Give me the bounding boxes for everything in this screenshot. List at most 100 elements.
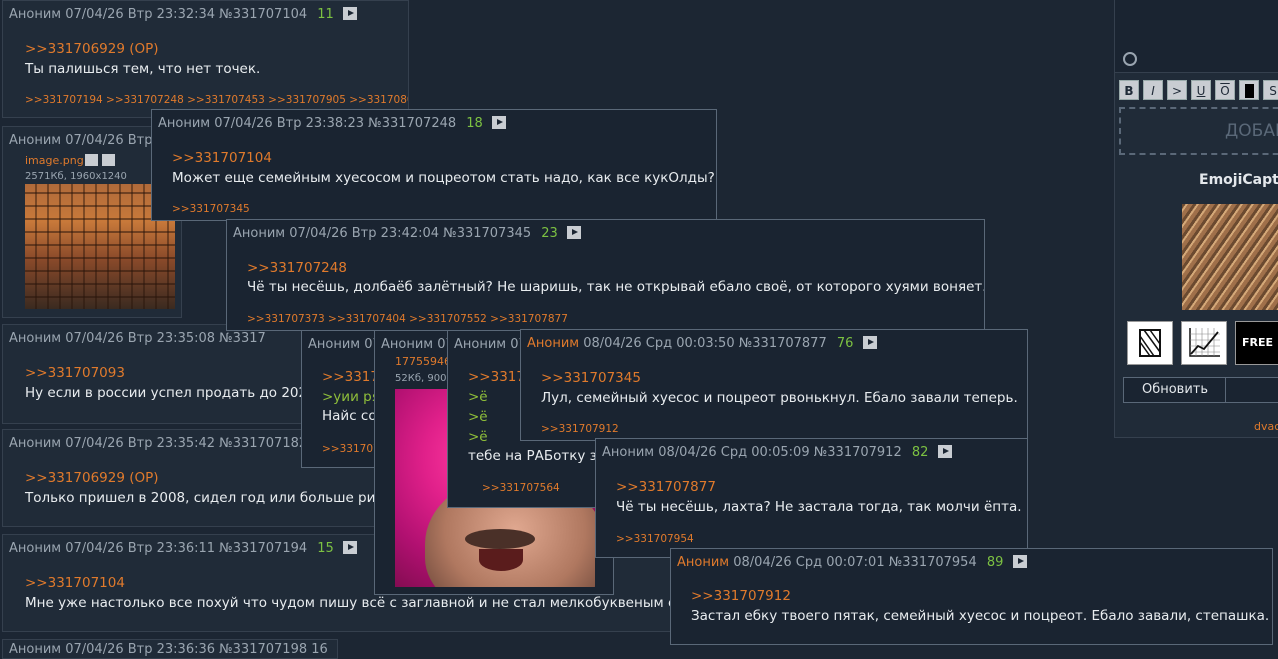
post-text: Только пришел в 2008, сидел год или боль… — [25, 490, 376, 506]
post-counter: 18 — [466, 116, 483, 131]
post-header: Аноним 08/04/26 Срд 00:03:50 №331707877 … — [527, 336, 877, 351]
captcha-option-chart-icon[interactable] — [1181, 321, 1227, 365]
post-header: Аноним 07/04/26 Втр 23:36:11 №331707194 … — [9, 541, 357, 556]
post-number[interactable]: №331707345 — [443, 226, 531, 241]
captcha-option-striped-icon[interactable] — [1127, 321, 1173, 365]
poster-name: Аноним — [527, 336, 580, 351]
post-header: Аноним 07/04/26 Втр 23:35:08 №3317 — [9, 331, 266, 346]
overline-button[interactable]: O — [1215, 80, 1235, 100]
post-replies[interactable]: >>331707912 — [541, 423, 619, 435]
post-text: Ну если в россии успел продать до 2021 — [25, 385, 302, 401]
reply-link[interactable]: >>331707093 — [25, 365, 125, 381]
post-number[interactable]: №331707248 — [368, 116, 456, 131]
reply-link[interactable]: >>331707877 — [616, 479, 716, 495]
post-number[interactable]: №331707877 — [739, 336, 827, 351]
reply-link[interactable]: >>331707912 — [691, 588, 791, 604]
submit-button[interactable] — [1225, 377, 1278, 403]
poster-name: Аноним — [381, 337, 434, 352]
expand-icon[interactable] — [491, 116, 506, 129]
post-text: Найс со — [322, 408, 377, 424]
post-date: 07/04/26 Втр 23:35:42 — [65, 436, 216, 451]
post-text: тебе на РАБотку за — [468, 448, 606, 464]
post-text: Ты палишься тем, что нет точек. — [25, 61, 261, 77]
post: Аноним 07/04/26 Втр 23:35:08 №3317 >>331… — [2, 324, 302, 424]
post-header: Аноним 07/04/26 Втр 23:42:04 №331707345 … — [233, 226, 581, 241]
mustache-shape — [465, 529, 535, 549]
spoiler-button[interactable] — [1239, 80, 1259, 100]
reply-link[interactable]: >>331706929 (OP) — [25, 41, 159, 57]
post-replies[interactable]: >>331707564 — [482, 482, 560, 494]
expand-icon[interactable] — [937, 445, 952, 458]
file-dropzone[interactable]: ДОБАВ — [1119, 107, 1278, 155]
post-date: 08/04/26 Срд 00:07:01 — [733, 555, 885, 570]
poster-name: Аноним — [602, 445, 655, 460]
bold-button[interactable]: B — [1119, 80, 1139, 100]
refresh-captcha-button[interactable]: Обновить — [1123, 377, 1227, 403]
strike-button[interactable]: S — [1263, 80, 1278, 100]
expand-icon[interactable] — [862, 336, 877, 349]
reply-link[interactable]: >>331707104 — [172, 150, 272, 166]
post-text: Чё ты несёшь, лахта? Не застала тогда, т… — [616, 499, 1022, 515]
expand-icon[interactable] — [342, 7, 357, 20]
file-name[interactable]: image.png — [25, 154, 84, 167]
reply-form-sidebar: B I > U O S ДОБАВ EmojiCapt FREE Обновит… — [1114, 0, 1278, 438]
reply-link[interactable]: >>331706929 (OP) — [25, 470, 159, 486]
poster-name: Аноним — [308, 337, 361, 352]
expand-icon[interactable] — [342, 541, 357, 554]
post-replies[interactable]: >>331707373 >>331707404 >>331707552 >>33… — [247, 313, 568, 325]
post-date: 07/04/26 Втр 23:42:04 — [289, 226, 440, 241]
file-name[interactable]: 17755946 — [395, 355, 451, 368]
post-header: Аноним 07 — [381, 337, 454, 352]
post-header: Аноним 07/04/26 Втр 23:36:36 №331707198 … — [9, 642, 328, 657]
reply-link[interactable]: >>331707104 — [25, 575, 125, 591]
post: Аноним 07/04/26 Втр 23:36:36 №331707198 … — [2, 639, 338, 659]
post-date: 08/04/26 Срд 00:03:50 — [583, 336, 735, 351]
post-number[interactable]: №331707182 — [219, 436, 307, 451]
reply-link[interactable]: >>331707345 — [541, 370, 641, 386]
post-text: Застал ебку твоего пятак, семейный хуесо… — [691, 608, 1270, 624]
greentext: >ё — [468, 389, 488, 405]
post-counter: 89 — [986, 555, 1004, 570]
post-header: Аноним 07/04/26 Втр 23:35:42 №331707182 … — [9, 436, 334, 451]
poster-name: Аноним — [454, 337, 507, 352]
captcha-title: EmojiCapt — [1199, 172, 1278, 188]
post: Аноним 07/04/26 Втр 23:32:34 №331707104 … — [2, 0, 409, 118]
reply-popup: Аноним 07/04/26 Втр 23:38:23 №331707248 … — [151, 109, 717, 221]
footer-link[interactable]: dvach — [1254, 420, 1278, 433]
resize-icon[interactable] — [1123, 52, 1137, 66]
post-text: Чё ты несёшь, долбаёб залётный? Не шариш… — [247, 279, 985, 295]
poster-name: Аноним — [9, 133, 62, 148]
form-textarea[interactable] — [1115, 0, 1278, 73]
post-number[interactable]: №331707104 — [219, 7, 307, 22]
quote-button[interactable]: > — [1167, 80, 1187, 100]
post-number[interactable]: №331707912 — [814, 445, 902, 460]
reply-popup: Аноним 07/04/26 Втр 23:42:04 №331707345 … — [226, 219, 985, 331]
post-date: 08/04/26 Срд 00:05:09 — [658, 445, 810, 460]
post-replies[interactable]: >>331707345 — [172, 203, 250, 215]
post-replies[interactable]: >>331707954 — [616, 533, 694, 545]
post-number[interactable]: №331707194 — [219, 541, 307, 556]
underline-button[interactable]: U — [1191, 80, 1211, 100]
post-text: Лул, семейный хуесос и поцреот рвонькнул… — [541, 390, 1018, 406]
post-date: 07/04/26 Втр 23:35:08 №3317 — [65, 331, 266, 346]
file-meta: 2571Кб, 1960x1240 — [25, 171, 127, 182]
post-replies[interactable]: >>331707194 >>331707248 >>331707453 >>33… — [25, 94, 408, 106]
post-counter: 76 — [836, 336, 854, 351]
poster-name: Аноним — [9, 436, 62, 451]
greentext: >ё — [468, 429, 488, 445]
captcha-option-free-icon[interactable]: FREE — [1235, 321, 1278, 365]
search-icon[interactable] — [85, 154, 98, 166]
expand-icon[interactable] — [1012, 555, 1027, 568]
post-header: Аноним 07 — [308, 337, 381, 352]
download-icon[interactable] — [102, 154, 115, 166]
mouth-shape — [479, 549, 523, 571]
expand-icon[interactable] — [566, 226, 581, 239]
post-text: Может еще семейным хуесосом и поцреотом … — [172, 170, 715, 186]
post-header: Аноним 07/04/26 Втр 23:32:34 №331707104 … — [9, 7, 357, 22]
reply-popup: Аноним 08/04/26 Срд 00:03:50 №331707877 … — [520, 329, 1028, 441]
italic-button[interactable]: I — [1143, 80, 1163, 100]
post-header: Аноним 07 — [454, 337, 527, 352]
post-number[interactable]: №331707954 — [889, 555, 977, 570]
post-date: 07/04/26 Втр 23:38:23 — [214, 116, 365, 131]
reply-link[interactable]: >>331707248 — [247, 260, 347, 276]
